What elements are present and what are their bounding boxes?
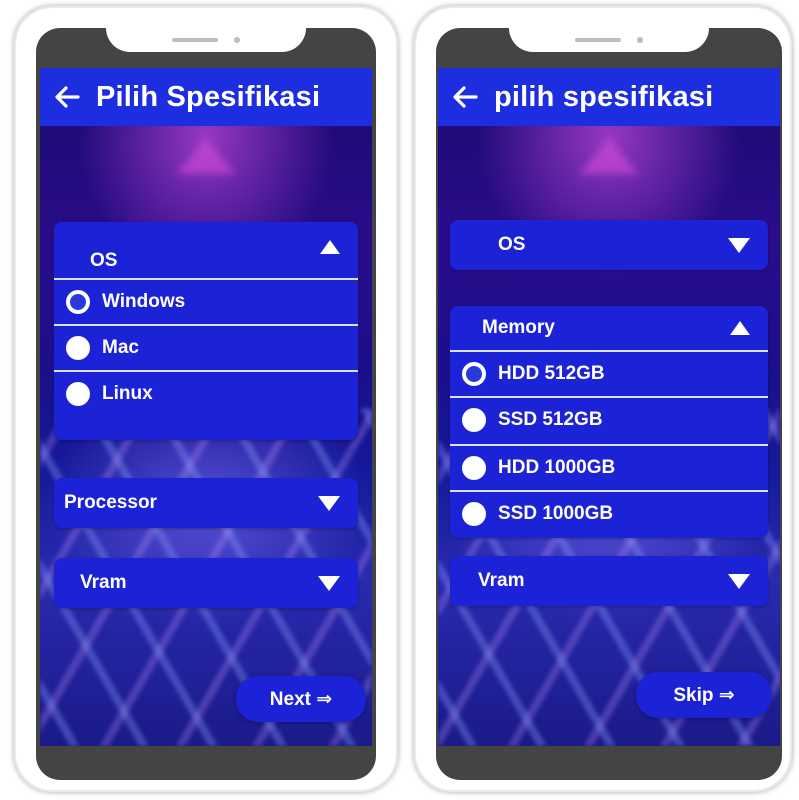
next-button[interactable]: Next ⇒ bbox=[236, 676, 366, 722]
page-title: pilih spesifikasi bbox=[494, 80, 714, 113]
phone-notch bbox=[106, 28, 306, 52]
front-camera bbox=[637, 37, 643, 43]
radio-option-mac[interactable]: Mac bbox=[54, 324, 358, 370]
speaker-grille bbox=[575, 38, 621, 42]
vram-dropdown-label: Vram bbox=[80, 572, 127, 593]
page-title: Pilih Spesifikasi bbox=[96, 80, 321, 113]
radio-selected-icon[interactable] bbox=[66, 290, 90, 314]
radio-option-label: HDD 1000GB bbox=[498, 457, 616, 478]
app-viewport: Pilih Spesifikasi OS Windows Mac Linux P… bbox=[40, 68, 372, 746]
radio-option-label: HDD 512GB bbox=[498, 363, 605, 384]
os-dropdown: OS Windows Mac Linux bbox=[54, 222, 358, 440]
radio-option-label: SSD 1000GB bbox=[498, 503, 614, 524]
radio-option-label: Mac bbox=[102, 337, 139, 358]
back-arrow-icon[interactable] bbox=[52, 82, 82, 112]
radio-option-hdd-1000[interactable]: HDD 1000GB bbox=[450, 444, 768, 490]
expand-triangle-icon[interactable] bbox=[318, 576, 340, 591]
phone-notch bbox=[509, 28, 709, 52]
processor-dropdown-header[interactable]: Processor bbox=[54, 478, 358, 528]
background-glow bbox=[176, 138, 236, 174]
os-dropdown-header[interactable]: OS bbox=[54, 222, 358, 274]
memory-dropdown: Memory HDD 512GB SSD 512GB HDD 1000GB SS… bbox=[450, 306, 768, 538]
vram-dropdown-header[interactable]: Vram bbox=[54, 558, 358, 608]
radio-option-label: Windows bbox=[102, 291, 186, 312]
mockup-stage: Pilih Spesifikasi OS Windows Mac Linux P… bbox=[0, 0, 799, 800]
radio-option-ssd-512[interactable]: SSD 512GB bbox=[450, 396, 768, 442]
memory-dropdown-label: Memory bbox=[482, 317, 555, 338]
phone-right-screen: pilih spesifikasi OS Memory HDD 512GB SS… bbox=[436, 28, 782, 780]
radio-option-windows[interactable]: Windows bbox=[54, 278, 358, 324]
vram-dropdown-header[interactable]: Vram bbox=[450, 556, 768, 606]
front-camera bbox=[234, 37, 240, 43]
os-dropdown-label: OS bbox=[90, 250, 118, 271]
processor-dropdown[interactable]: Processor bbox=[54, 478, 358, 528]
vram-dropdown-label: Vram bbox=[478, 570, 525, 591]
expand-triangle-icon[interactable] bbox=[318, 496, 340, 511]
app-viewport: pilih spesifikasi OS Memory HDD 512GB SS… bbox=[438, 68, 780, 746]
radio-unselected-icon[interactable] bbox=[66, 336, 90, 360]
memory-dropdown-header[interactable]: Memory bbox=[450, 306, 768, 350]
radio-unselected-icon[interactable] bbox=[462, 456, 486, 480]
vram-dropdown[interactable]: Vram bbox=[450, 556, 768, 606]
back-arrow-icon[interactable] bbox=[450, 82, 480, 112]
expand-triangle-icon[interactable] bbox=[728, 238, 750, 253]
collapse-triangle-icon[interactable] bbox=[320, 240, 340, 254]
app-bar: pilih spesifikasi bbox=[438, 68, 780, 126]
phone-right: pilih spesifikasi OS Memory HDD 512GB SS… bbox=[414, 6, 792, 792]
radio-selected-icon[interactable] bbox=[462, 362, 486, 386]
radio-option-ssd-1000[interactable]: SSD 1000GB bbox=[450, 490, 768, 536]
radio-option-label: SSD 512GB bbox=[498, 409, 603, 430]
radio-option-label: Linux bbox=[102, 383, 153, 404]
collapse-triangle-icon[interactable] bbox=[730, 321, 750, 335]
vram-dropdown[interactable]: Vram bbox=[54, 558, 358, 608]
os-dropdown-header[interactable]: OS bbox=[450, 220, 768, 270]
phone-left-screen: Pilih Spesifikasi OS Windows Mac Linux P… bbox=[36, 28, 376, 780]
radio-option-hdd-512[interactable]: HDD 512GB bbox=[450, 350, 768, 396]
radio-option-linux[interactable]: Linux bbox=[54, 370, 358, 416]
skip-button[interactable]: Skip ⇒ bbox=[636, 672, 772, 718]
speaker-grille bbox=[172, 38, 218, 42]
radio-unselected-icon[interactable] bbox=[66, 382, 90, 406]
radio-unselected-icon[interactable] bbox=[462, 408, 486, 432]
processor-dropdown-label: Processor bbox=[64, 492, 157, 513]
os-dropdown[interactable]: OS bbox=[450, 220, 768, 270]
background-glow bbox=[579, 138, 639, 174]
os-dropdown-label: OS bbox=[498, 234, 526, 255]
expand-triangle-icon[interactable] bbox=[728, 574, 750, 589]
phone-left: Pilih Spesifikasi OS Windows Mac Linux P… bbox=[14, 6, 398, 792]
radio-unselected-icon[interactable] bbox=[462, 502, 486, 526]
app-bar: Pilih Spesifikasi bbox=[40, 68, 372, 126]
